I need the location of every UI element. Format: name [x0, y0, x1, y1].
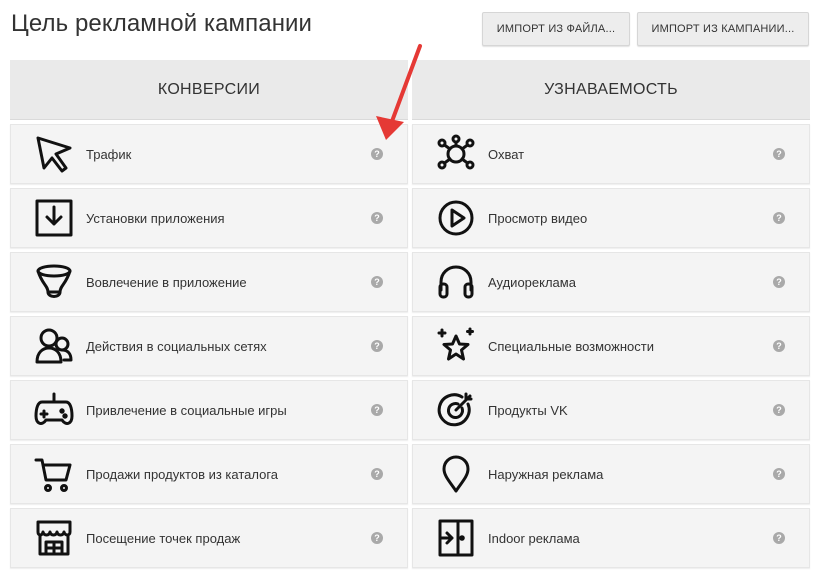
help-icon[interactable]: ?: [773, 532, 785, 544]
objective-label: Indoor реклама: [488, 530, 580, 546]
objective-reach[interactable]: Охват ?: [412, 124, 810, 184]
help-icon[interactable]: ?: [371, 148, 383, 160]
cursor-icon: [33, 133, 75, 175]
objective-label: Продукты VK: [488, 402, 568, 418]
objective-indoor[interactable]: Indoor реклама ?: [412, 508, 810, 568]
network-icon: [435, 133, 477, 175]
page-title: Цель рекламной кампании: [11, 10, 313, 37]
gamepad-icon: [33, 389, 75, 431]
download-box-icon: [33, 197, 75, 239]
help-icon[interactable]: ?: [371, 340, 383, 352]
column-conversions: КОНВЕРСИИ Трафик ? Установки приложения …: [10, 60, 408, 568]
store-icon: [33, 517, 75, 559]
objective-label: Вовлечение в приложение: [86, 274, 247, 290]
help-icon[interactable]: ?: [773, 340, 785, 352]
objective-audio-ads[interactable]: Аудиореклама ?: [412, 252, 810, 312]
help-icon[interactable]: ?: [371, 532, 383, 544]
objective-vk-products[interactable]: Продукты VK ?: [412, 380, 810, 440]
play-circle-icon: [435, 197, 477, 239]
objective-grid: КОНВЕРСИИ Трафик ? Установки приложения …: [10, 60, 810, 568]
help-icon[interactable]: ?: [773, 212, 785, 224]
objective-label: Охват: [488, 146, 525, 162]
help-icon[interactable]: ?: [773, 276, 785, 288]
headphones-icon: [435, 261, 477, 303]
help-icon[interactable]: ?: [773, 404, 785, 416]
map-pin-icon: [435, 453, 477, 495]
objective-outdoor[interactable]: Наружная реклама ?: [412, 444, 810, 504]
objective-label: Привлечение в социальные игры: [86, 402, 287, 418]
funnel-icon: [33, 261, 75, 303]
user-group-icon: [33, 325, 75, 367]
objective-label: Аудиореклама: [488, 274, 576, 290]
help-icon[interactable]: ?: [371, 212, 383, 224]
objective-social-actions[interactable]: Действия в социальных сетях ?: [10, 316, 408, 376]
star-sparkle-icon: [435, 325, 477, 367]
help-icon[interactable]: ?: [371, 276, 383, 288]
column-header-conversions[interactable]: КОНВЕРСИИ: [10, 60, 408, 120]
objective-app-engagement[interactable]: Вовлечение в приложение ?: [10, 252, 408, 312]
page: Цель рекламной кампании ИМПОРТ ИЗ ФАЙЛА.…: [0, 0, 823, 586]
door-enter-icon: [435, 517, 477, 559]
import-from-file-button[interactable]: ИМПОРТ ИЗ ФАЙЛА...: [482, 12, 630, 46]
objective-label: Трафик: [86, 146, 132, 162]
target-icon: [435, 389, 477, 431]
objective-label: Действия в социальных сетях: [86, 338, 267, 354]
objective-video-views[interactable]: Просмотр видео ?: [412, 188, 810, 248]
objective-label: Продажи продуктов из каталога: [86, 466, 279, 482]
objective-special[interactable]: Специальные возможности ?: [412, 316, 810, 376]
objective-app-installs[interactable]: Установки приложения ?: [10, 188, 408, 248]
objective-label: Специальные возможности: [488, 338, 654, 354]
objective-traffic[interactable]: Трафик ?: [10, 124, 408, 184]
column-header-awareness[interactable]: УЗНАВАЕМОСТЬ: [412, 60, 810, 120]
objective-label: Посещение точек продаж: [86, 530, 241, 546]
objective-label: Наружная реклама: [488, 466, 604, 482]
objective-label: Просмотр видео: [488, 210, 588, 226]
objective-store-visits[interactable]: Посещение точек продаж ?: [10, 508, 408, 568]
help-icon[interactable]: ?: [371, 404, 383, 416]
import-from-campaign-button[interactable]: ИМПОРТ ИЗ КАМПАНИИ...: [637, 12, 809, 46]
help-icon[interactable]: ?: [773, 148, 785, 160]
help-icon[interactable]: ?: [773, 468, 785, 480]
objective-catalog-sales[interactable]: Продажи продуктов из каталога ?: [10, 444, 408, 504]
help-icon[interactable]: ?: [371, 468, 383, 480]
column-awareness: УЗНАВАЕМОСТЬ Охват ? Просмотр видео ? Ау…: [412, 60, 810, 568]
objective-label: Установки приложения: [86, 210, 225, 226]
cart-icon: [33, 453, 75, 495]
objective-social-games[interactable]: Привлечение в социальные игры ?: [10, 380, 408, 440]
